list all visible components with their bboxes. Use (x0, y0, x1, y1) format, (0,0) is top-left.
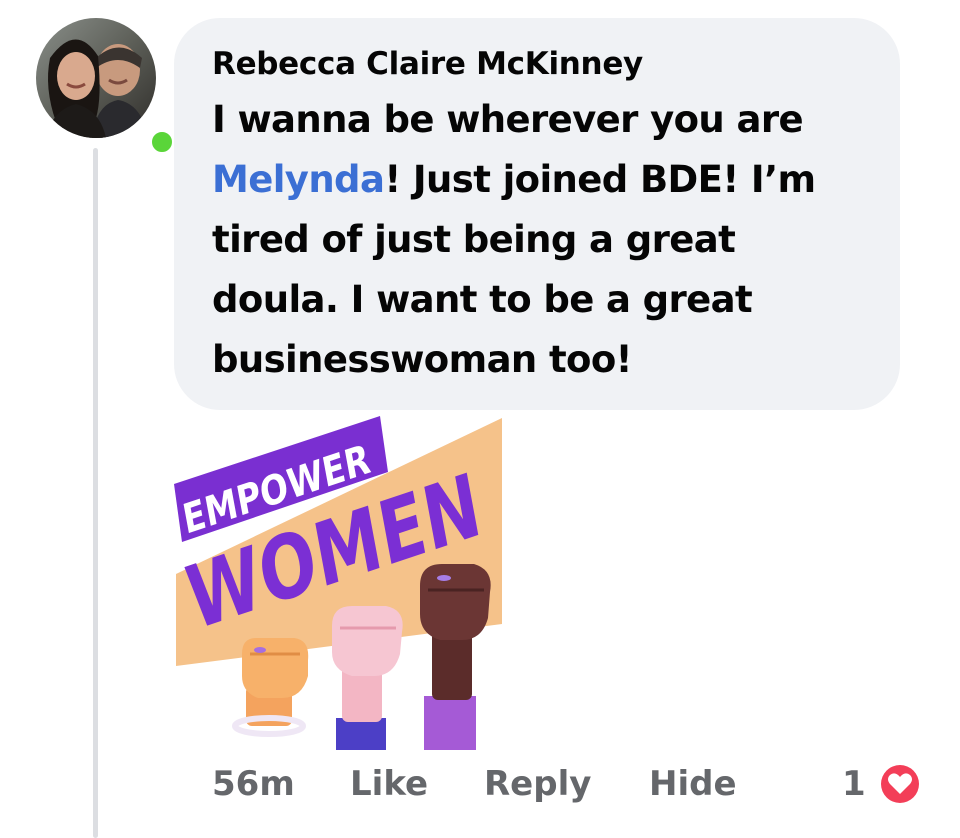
like-button[interactable]: Like (350, 758, 428, 810)
comment-text-line: doula. I want to be a great (212, 278, 753, 321)
raised-fist-icon (332, 606, 403, 750)
avatar-photo (36, 18, 156, 138)
comment-author[interactable]: Rebecca Claire McKinney (212, 44, 862, 84)
hide-button[interactable]: Hide (649, 758, 737, 810)
comment-text-line: Melynda! Just joined BDE! I’m (212, 150, 872, 210)
thread-line (93, 148, 98, 838)
comment-text-line: tired of just being a great (212, 218, 736, 261)
empower-women-sticker[interactable]: EMPOWER WOMEN (172, 414, 508, 750)
raised-fist-icon (420, 564, 491, 750)
avatar[interactable] (36, 18, 177, 157)
comment-text-fragment: ! Just joined BDE! I’m (384, 158, 816, 201)
comment-bubble: Rebecca Claire McKinney I wanna be where… (174, 18, 900, 410)
comment-text-line: businesswoman too! (212, 338, 633, 381)
comment-text: I wanna be wherever you are Melynda! Jus… (212, 90, 872, 390)
online-status-dot (147, 127, 177, 157)
comment-timestamp[interactable]: 56m (212, 758, 295, 810)
raised-fist-icon (232, 638, 309, 737)
comment-text-line: I wanna be wherever you are (212, 98, 804, 141)
reply-button[interactable]: Reply (484, 758, 591, 810)
love-reaction-icon[interactable] (876, 760, 924, 808)
mention-link[interactable]: Melynda (212, 158, 385, 201)
reaction-count[interactable]: 1 (842, 758, 866, 810)
